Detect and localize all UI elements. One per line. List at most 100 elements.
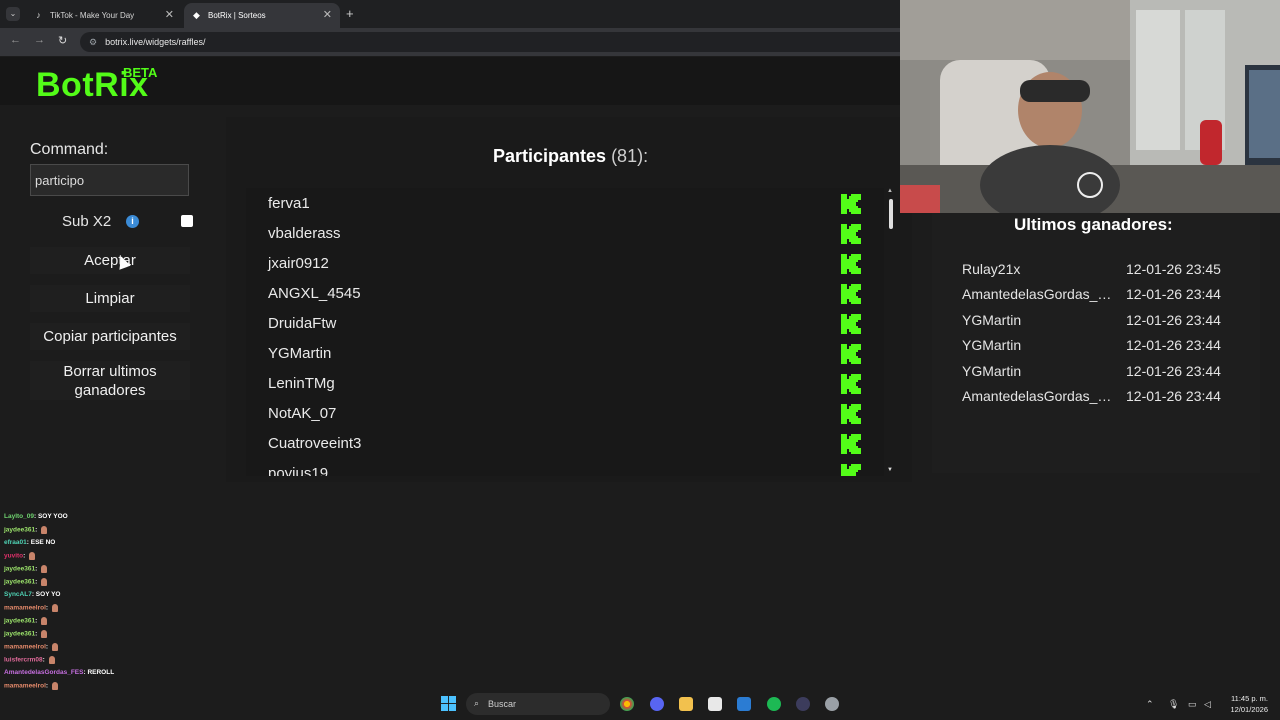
kick-icon — [841, 344, 861, 364]
participants-count: (81): — [611, 146, 649, 166]
winner-name: AmantedelasGordas_FES — [962, 388, 1118, 404]
participants-heading: Participantes — [493, 146, 607, 166]
close-tab-icon[interactable]: ✕ — [165, 8, 174, 21]
close-tab-icon[interactable]: ✕ — [323, 8, 332, 21]
command-input[interactable] — [30, 164, 189, 196]
chat-username: mamameelrol — [4, 682, 46, 690]
botrix-icon: ◆ — [193, 10, 200, 20]
mail-icon[interactable] — [737, 697, 751, 711]
sub-x2-label: Sub X2 — [62, 213, 112, 230]
settings-icon[interactable] — [825, 697, 839, 711]
volume-icon[interactable]: ◁ — [1204, 699, 1211, 710]
back-icon[interactable]: ← — [10, 34, 21, 46]
kick-icon — [841, 464, 861, 476]
winner-name: YGMartin — [962, 311, 1022, 328]
info-icon[interactable]: i — [126, 215, 139, 228]
webcam-image — [900, 0, 1280, 213]
emote-icon — [29, 552, 36, 560]
chat-text: : — [23, 552, 26, 560]
winner-time: 12-01-26 23:45 — [1126, 261, 1221, 277]
participants-list[interactable]: ferva1 vbalderass jxair0912 ANGXL_4545 Druid… — [246, 188, 884, 476]
winners-title: Ultimos ganadores: — [1014, 215, 1173, 234]
scroll-up-icon[interactable]: ▲ — [887, 188, 893, 194]
chat-text: : — [45, 682, 49, 690]
participant-name: NotAK_07 — [268, 405, 337, 422]
aceptar-button[interactable]: Aceptar — [30, 247, 190, 274]
chat-text: : — [35, 526, 38, 534]
address-bar[interactable]: ⚙ botrix.live/widgets/raffles/ — [80, 32, 900, 52]
new-tab-icon[interactable]: + — [346, 6, 354, 21]
network-icon[interactable]: ▭ — [1188, 699, 1197, 710]
taskbar-clock[interactable]: 11:45 p. m. 12/01/2026 — [1222, 693, 1268, 715]
clear-winners-button[interactable]: Borrar ultimos ganadores — [30, 361, 190, 400]
microphone-icon[interactable]: 🎙 — [1168, 699, 1179, 710]
winner-name: AmantedelasGordas_FES — [962, 286, 1118, 303]
emote-icon — [48, 656, 55, 664]
chat-text: : ESE NO — [26, 539, 56, 546]
tab-search-dropdown-icon[interactable]: ⌄ — [6, 7, 20, 21]
chat-message: jaydee361: — [4, 526, 48, 534]
chat-username: mamameelrol — [4, 604, 46, 612]
participant-name: ANGXL_4545 — [268, 285, 361, 302]
site-info-icon[interactable]: ⚙ — [89, 37, 97, 48]
chat-message: jaydee361: — [4, 630, 48, 638]
chat-text: : SOY YOO — [34, 513, 68, 520]
chat-text: : SOY YO — [31, 591, 61, 598]
emote-icon — [41, 630, 48, 638]
chat-text: : — [35, 630, 38, 638]
app-icon[interactable] — [796, 697, 810, 711]
participant-name: DruidaFtw — [268, 315, 337, 332]
tab-label: BotRix | Sorteos — [208, 11, 266, 20]
chat-message: AmantedelasGordas_FES: REROLL — [4, 669, 114, 676]
search-icon: ⌕ — [474, 698, 480, 708]
participant-name: Cuatroveeint3 — [268, 435, 362, 452]
copy-participants-button[interactable]: Copiar participantes — [30, 323, 190, 350]
taskbar-search[interactable]: ⌕ Buscar — [466, 693, 610, 715]
emote-icon — [41, 578, 48, 586]
windows-start-icon[interactable] — [441, 696, 456, 711]
winner-name: YGMartin — [962, 337, 1022, 354]
limpiar-button[interactable]: Limpiar — [30, 285, 190, 312]
forward-icon[interactable]: → — [34, 34, 45, 46]
store-icon[interactable] — [708, 697, 722, 711]
participant-name: ferva1 — [268, 195, 310, 212]
participant-name: poyius19 — [268, 465, 329, 476]
chat-text: : — [45, 643, 49, 651]
chat-username: jaydee361 — [4, 565, 36, 573]
tab-botrix[interactable]: ◆ BotRix | Sorteos ✕ — [184, 3, 340, 28]
winner-name: YGMartin — [962, 362, 1022, 379]
kick-icon — [841, 314, 861, 334]
emote-icon — [41, 617, 48, 625]
tray-chevron-icon[interactable]: ⌃ — [1146, 699, 1154, 710]
chat-username: jaydee361 — [4, 617, 36, 625]
participant-name: YGMartin — [268, 345, 332, 362]
scroll-down-icon[interactable]: ▼ — [887, 467, 893, 473]
tiktok-icon: ♪ — [36, 10, 41, 20]
chat-message: mamameelrol: — [4, 643, 59, 651]
spotify-icon[interactable] — [767, 697, 781, 711]
scrollbar-thumb[interactable] — [889, 199, 893, 229]
sub-x2-checkbox[interactable] — [181, 215, 193, 227]
chat-username: efraa01 — [4, 539, 27, 546]
participants-title: Participantes (81): — [493, 146, 648, 167]
chrome-icon[interactable] — [620, 697, 634, 711]
emote-icon — [41, 526, 48, 534]
participant-name: vbalderass — [268, 225, 341, 242]
winner-name: Rulay21x — [962, 261, 1021, 277]
chat-username: luisfercrm08 — [4, 656, 43, 664]
chat-message: jaydee361: — [4, 565, 48, 573]
discord-icon[interactable] — [650, 697, 664, 711]
chat-username: AmantedelasGordas_FES — [4, 669, 84, 676]
winner-time: 12-01-26 23:44 — [1126, 337, 1221, 354]
emote-icon — [52, 682, 59, 690]
beta-badge: BETA — [123, 65, 158, 80]
reload-icon[interactable]: ↻ — [58, 34, 67, 47]
chat-message: Laylto_09: SOY YOO — [4, 513, 68, 520]
file-explorer-icon[interactable] — [679, 697, 693, 711]
chat-username: yuvito — [4, 552, 24, 560]
chat-message: SyncAL7: SOY YO — [4, 591, 61, 598]
kick-icon — [841, 434, 861, 454]
chat-message: mamameelrol: — [4, 604, 59, 612]
tab-tiktok[interactable]: ♪ TikTok - Make Your Day ✕ — [26, 3, 182, 28]
clock-time: 11:45 p. m. — [1231, 694, 1268, 703]
